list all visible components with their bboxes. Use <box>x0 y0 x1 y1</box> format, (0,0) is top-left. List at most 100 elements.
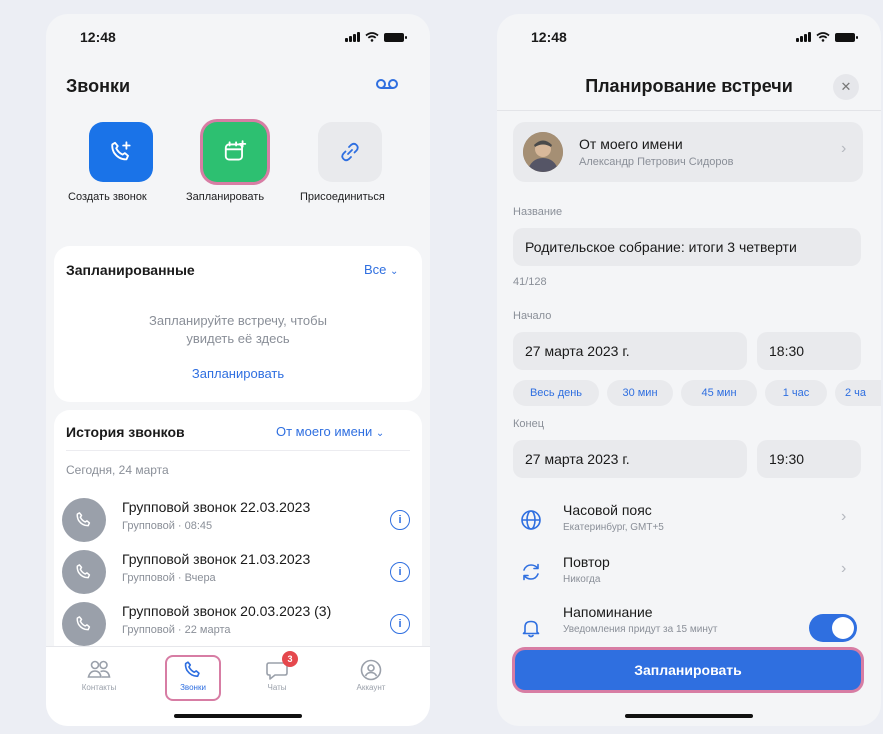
organizer-name: Александр Петрович Сидоров <box>579 156 734 168</box>
scheduled-empty-line2: увидеть её здесь <box>186 331 290 346</box>
wifi-icon <box>365 32 379 42</box>
tab-chats[interactable]: 3 Чаты <box>242 651 312 692</box>
status-bar: 12:48 <box>46 14 430 60</box>
meeting-name-value: Родительское собрание: итоги 3 четверти <box>525 239 797 255</box>
name-counter: 41/128 <box>513 276 547 288</box>
organizer-title: От моего имени <box>579 136 683 152</box>
repeat-icon <box>519 560 543 584</box>
call-avatar <box>62 498 106 542</box>
start-time-field[interactable]: 18:30 <box>757 332 861 370</box>
tab-account-label: Аккаунт <box>356 683 386 692</box>
start-time-value: 18:30 <box>769 343 805 359</box>
call-row[interactable]: Групповой звонок 22.03.2023 Групповой · … <box>62 498 412 542</box>
call-name: Групповой звонок 20.03.2023 (3) <box>122 603 332 619</box>
call-subtitle: Групповой · Вчера <box>122 572 216 584</box>
schedule-tile-label: Запланировать <box>186 191 265 203</box>
schedule-tile-button[interactable] <box>203 122 267 182</box>
call-name: Групповой звонок 21.03.2023 <box>122 551 311 567</box>
close-icon: ✕ <box>840 79 852 94</box>
phone-plus-icon <box>111 141 131 161</box>
chip-2-hours[interactable]: 2 ча <box>835 380 881 406</box>
voicemail-icon[interactable] <box>376 78 398 90</box>
call-name: Групповой звонок 22.03.2023 <box>122 499 311 515</box>
schedule-button[interactable]: Запланировать <box>515 650 861 690</box>
scheduled-all-label: Все <box>364 262 387 277</box>
account-icon <box>360 659 382 681</box>
info-icon[interactable]: i <box>390 614 410 634</box>
status-time: 12:48 <box>80 29 116 45</box>
battery-icon <box>835 32 858 42</box>
page-title: Планирование встречи <box>585 76 793 96</box>
phone-icon <box>76 564 91 579</box>
scheduled-empty-line1: Запланируйте встречу, чтобы <box>149 313 327 328</box>
start-date-value: 27 марта 2023 г. <box>525 343 630 359</box>
scheduled-card: Запланированные Все ⌄ Запланируйте встре… <box>54 246 422 402</box>
phone-icon <box>76 512 91 527</box>
chip-all-day[interactable]: Весь день <box>513 380 599 406</box>
close-button[interactable]: ✕ <box>833 74 859 100</box>
status-time: 12:48 <box>531 29 567 45</box>
home-indicator <box>174 714 302 718</box>
call-subtitle: Групповой · 22 марта <box>122 624 231 636</box>
chevron-right-icon: › <box>841 560 847 577</box>
battery-icon <box>384 32 407 42</box>
create-call-button[interactable] <box>89 122 153 182</box>
meeting-name-input[interactable]: Родительское собрание: итоги 3 четверти <box>513 228 861 266</box>
organizer-selector[interactable]: От моего имени Александр Петрович Сидоро… <box>513 122 863 182</box>
join-call-button[interactable] <box>318 122 382 182</box>
schedule-link[interactable]: Запланировать <box>54 366 422 381</box>
call-avatar <box>62 602 106 646</box>
info-icon[interactable]: i <box>390 562 410 582</box>
tab-contacts[interactable]: Контакты <box>64 657 134 692</box>
tab-calls[interactable]: Звонки <box>165 655 221 701</box>
history-filter-label: От моего имени <box>276 424 373 439</box>
history-title: История звонков <box>66 424 185 440</box>
avatar <box>523 132 563 172</box>
chevron-right-icon: › <box>841 140 847 157</box>
chevron-right-icon: › <box>841 508 847 525</box>
chats-badge: 3 <box>282 651 298 667</box>
user-photo-icon <box>523 132 563 172</box>
start-date-field[interactable]: 27 марта 2023 г. <box>513 332 747 370</box>
status-bar: 12:48 <box>497 14 881 60</box>
create-call-label: Создать звонок <box>68 191 147 203</box>
end-date-value: 27 марта 2023 г. <box>525 451 630 467</box>
call-row[interactable]: Групповой звонок 21.03.2023 Групповой · … <box>62 550 412 594</box>
scheduled-empty-text: Запланируйте встречу, чтобы увидеть её з… <box>54 312 422 348</box>
chip-45-min[interactable]: 45 мин <box>681 380 757 406</box>
end-time-value: 19:30 <box>769 451 805 467</box>
scheduled-all-link[interactable]: Все ⌄ <box>364 262 398 277</box>
reminder-subtitle: Уведомления придут за 15 минут <box>563 624 718 635</box>
reminder-toggle[interactable] <box>809 614 857 642</box>
join-call-label: Присоединиться <box>300 191 385 203</box>
info-icon[interactable]: i <box>390 510 410 530</box>
tab-account[interactable]: Аккаунт <box>336 657 406 692</box>
calendar-plus-icon <box>224 140 247 161</box>
schedule-meeting-screen: 12:48 Планирование встречи ✕ От моего им… <box>497 14 881 726</box>
chip-1-hour[interactable]: 1 час <box>765 380 827 406</box>
status-icons <box>796 32 858 42</box>
call-row[interactable]: Групповой звонок 20.03.2023 (3) Группово… <box>62 602 412 646</box>
scheduled-title: Запланированные <box>66 262 195 278</box>
contacts-icon <box>87 660 111 678</box>
signal-icon <box>345 32 360 42</box>
chip-30-min[interactable]: 30 мин <box>607 380 673 406</box>
globe-icon <box>519 508 543 532</box>
phone-icon <box>184 661 200 678</box>
end-date-field[interactable]: 27 марта 2023 г. <box>513 440 747 478</box>
end-time-field[interactable]: 19:30 <box>757 440 861 478</box>
bell-icon <box>519 616 543 640</box>
status-icons <box>345 32 407 42</box>
call-subtitle: Групповой · 08:45 <box>122 520 213 532</box>
page-title: Звонки <box>66 76 131 96</box>
repeat-row[interactable]: Повтор Никогда › <box>497 546 881 596</box>
reminder-title: Напоминание <box>563 604 653 620</box>
timezone-row[interactable]: Часовой пояс Екатеринбург, GMT+5 › <box>497 494 881 544</box>
timezone-title: Часовой пояс <box>563 502 652 518</box>
timezone-value: Екатеринбург, GMT+5 <box>563 522 664 533</box>
calls-screen: 12:48 Звонки Создать звонок Запланироват… <box>46 14 430 726</box>
divider <box>497 110 881 111</box>
divider <box>66 450 410 451</box>
end-label: Конец <box>513 418 545 430</box>
history-filter-dropdown[interactable]: От моего имени ⌄ <box>276 424 384 439</box>
